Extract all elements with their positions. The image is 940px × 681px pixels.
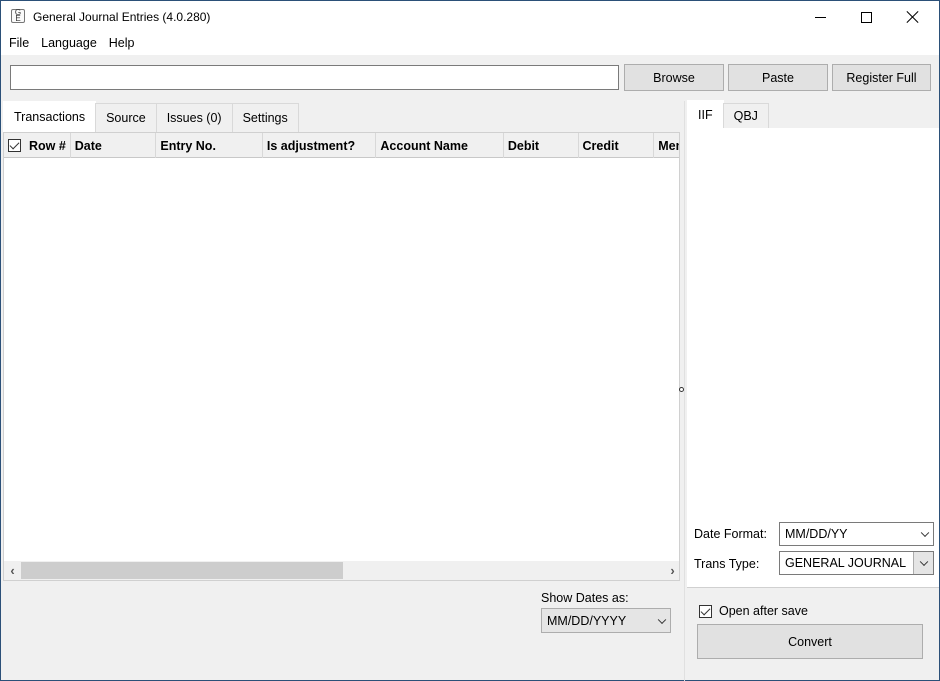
app-window: GE General Journal Entries (4.0.280) Fil…	[0, 0, 940, 681]
minimize-icon	[814, 16, 826, 18]
chevron-left-icon[interactable]: ‹	[4, 561, 21, 580]
column-header-account-name[interactable]: Account Name	[376, 133, 504, 158]
column-header-credit[interactable]: Credit	[579, 133, 655, 158]
show-dates-label: Show Dates as:	[541, 591, 629, 605]
tab-transactions[interactable]: Transactions	[3, 101, 97, 132]
column-header-date[interactable]: Date	[71, 133, 157, 158]
column-label: Row #	[29, 138, 66, 153]
paste-button[interactable]: Paste	[728, 64, 828, 91]
date-format-select[interactable]: MM/DD/YY	[779, 522, 934, 546]
chevron-right-icon[interactable]: ›	[664, 561, 679, 580]
close-icon	[907, 11, 919, 23]
register-full-button[interactable]: Register Full	[832, 64, 931, 91]
tab-settings[interactable]: Settings	[231, 103, 299, 132]
chevron-down-icon	[919, 557, 929, 567]
tab-qbj[interactable]: QBJ	[722, 103, 769, 128]
iif-settings-panel: Date Format: MM/DD/YY Trans Type: GENERA…	[687, 128, 939, 588]
close-button[interactable]	[890, 1, 936, 33]
date-format-value: MM/DD/YY	[785, 527, 848, 541]
convert-button[interactable]: Convert	[697, 624, 923, 659]
tab-issues[interactable]: Issues (0)	[155, 103, 233, 132]
splitter-handle-icon[interactable]	[679, 387, 684, 392]
chevron-down-icon	[657, 615, 667, 624]
window-title: General Journal Entries (4.0.280)	[33, 10, 211, 24]
source-path-input[interactable]	[10, 65, 619, 90]
menu-language[interactable]: Language	[35, 33, 103, 55]
trans-type-value: GENERAL JOURNAL	[785, 556, 907, 570]
column-header-debit[interactable]: Debit	[504, 133, 579, 158]
output-tabs: IIF QBJ	[687, 100, 769, 128]
grid-header: Row # Date Entry No. Is adjustment? Acco…	[4, 133, 679, 158]
minimize-button[interactable]	[797, 1, 843, 33]
tab-source[interactable]: Source	[95, 103, 157, 132]
column-header-memo[interactable]: Memo	[654, 133, 679, 158]
show-dates-value: MM/DD/YYYY	[547, 613, 627, 628]
scrollbar-thumb[interactable]	[21, 562, 343, 579]
show-dates-select[interactable]: MM/DD/YYYY	[541, 608, 671, 633]
column-header-is-adjustment[interactable]: Is adjustment?	[263, 133, 377, 158]
app-logo-icon: GE	[11, 9, 25, 23]
browse-button[interactable]: Browse	[624, 64, 724, 91]
open-after-save-label: Open after save	[719, 604, 808, 618]
open-after-save-checkbox[interactable]	[699, 604, 712, 618]
column-header-entry-no[interactable]: Entry No.	[156, 133, 263, 158]
menu-bar: File Language Help	[1, 33, 939, 55]
trans-type-dropdown-button[interactable]	[913, 552, 933, 574]
title-bar: GE General Journal Entries (4.0.280)	[1, 1, 939, 33]
trans-type-select[interactable]: GENERAL JOURNAL	[779, 551, 934, 575]
horizontal-scrollbar[interactable]: ‹ ›	[4, 561, 679, 580]
date-format-label: Date Format:	[694, 527, 767, 541]
chevron-down-icon	[920, 528, 930, 538]
column-header-row-number[interactable]: Row #	[4, 133, 71, 158]
panel-splitter[interactable]	[684, 101, 685, 681]
open-after-save-option[interactable]: Open after save	[699, 604, 808, 618]
maximize-button[interactable]	[843, 1, 889, 33]
trans-type-label: Trans Type:	[694, 557, 760, 571]
menu-file[interactable]: File	[3, 33, 35, 55]
maximize-icon	[860, 11, 872, 23]
select-all-checkbox[interactable]	[8, 139, 21, 152]
transactions-grid[interactable]: Row # Date Entry No. Is adjustment? Acco…	[3, 132, 680, 581]
main-tabs: Transactions Source Issues (0) Settings	[3, 101, 299, 132]
menu-help[interactable]: Help	[103, 33, 141, 55]
tab-iif[interactable]: IIF	[687, 100, 724, 128]
